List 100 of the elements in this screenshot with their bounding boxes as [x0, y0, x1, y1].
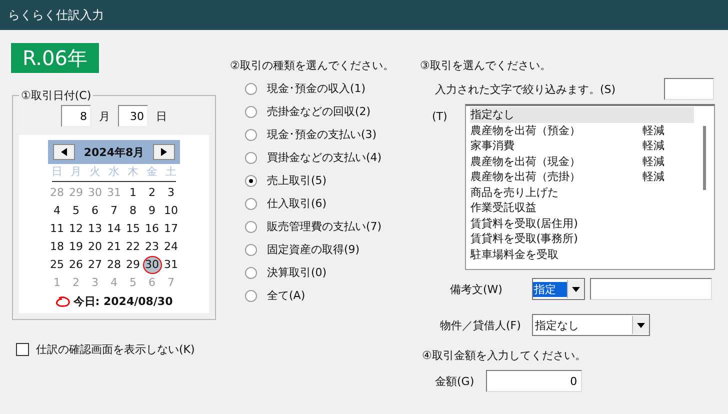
- amount-label: 金額(G): [435, 374, 474, 388]
- weekday-label: 土: [164, 164, 178, 180]
- calendar-day[interactable]: 22: [124, 238, 142, 256]
- list-item[interactable]: 家事消費 軽減: [470, 138, 694, 154]
- filter-label: 入力された文字で絞り込みます。(S): [435, 82, 616, 96]
- radio-button[interactable]: [245, 128, 257, 140]
- group-label: ①取引日付(C): [20, 88, 92, 103]
- weekday-label: 金: [146, 164, 158, 180]
- calendar-day[interactable]: 27: [86, 256, 104, 274]
- weekday-label: 木: [126, 164, 140, 180]
- calendar-day[interactable]: 2: [142, 184, 162, 202]
- checkbox[interactable]: [16, 343, 29, 356]
- left-arrow-icon: [61, 148, 67, 156]
- radio-button[interactable]: [245, 82, 257, 94]
- radio-label: 現金･預金の支払い(3): [267, 127, 377, 142]
- calendar-day[interactable]: 8: [124, 202, 142, 220]
- calendar-day[interactable]: 10: [162, 202, 180, 220]
- radio-button[interactable]: [245, 220, 257, 232]
- amount-field[interactable]: 0: [486, 370, 582, 392]
- radio-button[interactable]: [245, 198, 257, 210]
- dropdown-arrow-icon: [637, 322, 645, 328]
- month-unit: 月: [99, 108, 110, 124]
- calendar-day[interactable]: 5: [66, 202, 86, 220]
- calendar-day[interactable]: 1: [124, 184, 142, 202]
- radio-button[interactable]: [245, 174, 257, 186]
- calendar-day[interactable]: 12: [66, 220, 86, 238]
- section-heading: ④取引金額を入力してください。: [421, 348, 587, 364]
- calendar-day[interactable]: 3: [162, 184, 180, 202]
- radio-button[interactable]: [245, 266, 257, 278]
- calendar-day[interactable]: 13: [86, 220, 104, 238]
- calendar-day[interactable]: 23: [142, 238, 162, 256]
- radio-label: 固定資産の取得(9): [267, 242, 360, 257]
- previous-month-button[interactable]: [53, 144, 75, 160]
- day-unit: 日: [156, 108, 167, 124]
- calendar-day[interactable]: 20: [86, 238, 104, 256]
- property-combo[interactable]: 指定なし: [532, 314, 650, 336]
- radio-label: 全て(A): [267, 288, 306, 303]
- era-badge: R.06年: [10, 42, 100, 74]
- checkbox-label: 仕訳の確認画面を表示しない(K): [36, 342, 195, 357]
- list-item[interactable]: 作業受託収益: [470, 200, 694, 216]
- list-item[interactable]: 指定なし: [470, 107, 694, 122]
- dropdown-arrow-icon: [572, 286, 580, 292]
- calendar-day[interactable]: 31: [162, 256, 180, 274]
- next-month-button[interactable]: [153, 144, 175, 160]
- memo-combo[interactable]: 指定: [532, 278, 585, 300]
- radio-button[interactable]: [245, 152, 257, 164]
- calendar-day[interactable]: 29: [124, 256, 142, 274]
- list-item[interactable]: 賃貸料を受取(居住用): [470, 216, 694, 231]
- calendar-day[interactable]: 21: [104, 238, 124, 256]
- property-label: 物件／貸借人(F): [440, 318, 522, 332]
- calendar-day[interactable]: 6: [86, 202, 104, 220]
- calendar-day[interactable]: 24: [162, 238, 180, 256]
- radio-button[interactable]: [245, 106, 257, 118]
- calendar-day[interactable]: 9: [142, 202, 162, 220]
- list-item[interactable]: 農産物を出荷（売掛） 軽減: [470, 169, 694, 184]
- weekday-label: 月: [70, 164, 82, 180]
- scrollbar-thumb[interactable]: [703, 126, 706, 190]
- weekday-label: 日: [50, 164, 64, 180]
- month-field[interactable]: 8: [61, 105, 91, 127]
- radio-button[interactable]: [245, 244, 257, 256]
- list-item[interactable]: 賃貸料を受取(事務所): [470, 231, 694, 246]
- calendar-day[interactable]: 7: [104, 202, 124, 220]
- memo-field[interactable]: [590, 278, 712, 300]
- calendar-day[interactable]: 18: [48, 238, 66, 256]
- calendar-day[interactable]: 17: [162, 220, 180, 238]
- list-label: (T): [432, 109, 448, 125]
- section-heading: ③取引を選んでください。: [420, 58, 552, 74]
- radio-label: 決算取引(0): [267, 265, 327, 280]
- calendar-day[interactable]: 28: [104, 256, 124, 274]
- list-item[interactable]: 農産物を出荷（現金） 軽減: [470, 154, 694, 169]
- radio-label: 売掛金などの回収(2): [267, 104, 371, 119]
- transaction-list[interactable]: 指定なし 農産物を出荷（預金） 軽減 家事消費 軽減 農産物を出荷（現金） 軽減 農産物を出荷（売掛） 軽減 商品を売り上げた 作業受託収益 賃貸料を受取(居住用) 賃貸料を受取(事務所) 駐車場料金を受取: [465, 104, 716, 270]
- calendar-day[interactable]: 26: [66, 256, 86, 274]
- calendar-day[interactable]: 11: [48, 220, 66, 238]
- weekday-label: 水: [108, 164, 120, 180]
- right-arrow-icon: [161, 148, 167, 156]
- weekday-label: 火: [88, 164, 102, 180]
- radio-label: 仕入取引(6): [267, 196, 327, 211]
- calendar-day[interactable]: 4: [48, 202, 66, 220]
- calendar-day[interactable]: 30: [142, 256, 162, 274]
- calendar-day[interactable]: 25: [48, 256, 66, 274]
- calendar-day[interactable]: 14: [104, 220, 124, 238]
- memo-label: 備考文(W): [450, 282, 504, 296]
- day-field[interactable]: 30: [118, 105, 148, 127]
- calendar-day[interactable]: 19: [66, 238, 86, 256]
- circle-mark-icon: [55, 296, 72, 308]
- list-item[interactable]: 駐車場料金を受取: [470, 246, 694, 262]
- radio-label: 販売管理費の支払い(7): [267, 219, 382, 234]
- radio-label: 現金･預金の収入(1): [267, 81, 366, 96]
- month-title: 2024年8月: [84, 144, 144, 160]
- radio-button[interactable]: [245, 290, 257, 302]
- window-title: らくらく仕訳入力: [8, 6, 104, 24]
- list-item[interactable]: 商品を売り上げた: [470, 184, 694, 200]
- list-item[interactable]: 農産物を出荷（預金） 軽減: [470, 122, 694, 138]
- calendar-day[interactable]: 15: [124, 220, 142, 238]
- today-label[interactable]: 今日: 2024/08/30: [73, 294, 173, 309]
- filter-field[interactable]: [664, 78, 714, 100]
- calendar-day[interactable]: 16: [142, 220, 162, 238]
- radio-label: 売上取引(5): [267, 173, 327, 188]
- radio-label: 買掛金などの支払い(4): [267, 150, 382, 165]
